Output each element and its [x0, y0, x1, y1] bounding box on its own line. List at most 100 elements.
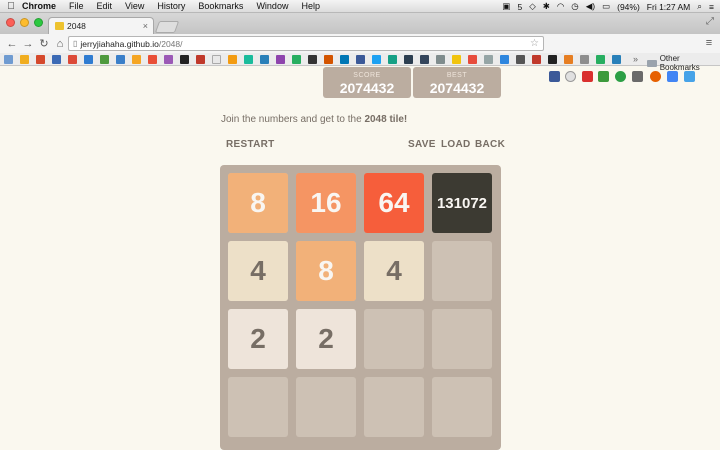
menu-bookmarks[interactable]: Bookmarks — [198, 1, 243, 11]
menu-file[interactable]: File — [69, 1, 84, 11]
spotlight-icon[interactable]: ⌕ — [697, 1, 702, 12]
tile-8: 8 — [228, 173, 288, 233]
best-score-box: BEST 2074432 — [413, 67, 501, 98]
tile-131072: 131072 — [432, 173, 492, 233]
fullscreen-icon[interactable]: ⤢ — [706, 16, 714, 27]
menu-edit[interactable]: Edit — [97, 1, 113, 11]
window-controls — [6, 18, 43, 27]
chrome-menu-icon[interactable]: ≡ — [701, 37, 717, 49]
bookmark-icon[interactable] — [388, 55, 397, 64]
bookmark-icon[interactable] — [596, 55, 605, 64]
bookmark-icon[interactable] — [4, 55, 13, 64]
menu-history[interactable]: History — [157, 1, 185, 11]
page-info-icon[interactable]: ▯ — [73, 39, 77, 48]
bookmark-icon[interactable] — [372, 55, 381, 64]
wifi-icon[interactable]: ◠ — [557, 1, 564, 12]
menu-view[interactable]: View — [125, 1, 144, 11]
new-tab-button[interactable] — [154, 21, 180, 33]
game-board[interactable]: 8 16 64 131072 4 8 4 2 2 — [220, 165, 501, 450]
bookmark-icon[interactable] — [612, 55, 621, 64]
bookmark-icon[interactable] — [484, 55, 493, 64]
menu-window[interactable]: Window — [256, 1, 288, 11]
bookmark-icon[interactable] — [196, 55, 205, 64]
bookmark-icon[interactable] — [468, 55, 477, 64]
bookmark-icon[interactable] — [356, 55, 365, 64]
bookmark-icon[interactable] — [324, 55, 333, 64]
time-machine-icon[interactable]: ◷ — [571, 1, 578, 12]
grid-cell — [432, 309, 492, 369]
score-box: SCORE 2074432 — [323, 67, 411, 98]
bookmark-icon[interactable] — [132, 55, 141, 64]
browser-toolbar: ← → ↻ ⌂ ▯ jerryjiahaha.github.io/2048/ ☆… — [0, 34, 720, 82]
grid-cell — [228, 377, 288, 437]
bookmark-icon[interactable] — [404, 55, 413, 64]
grid-cell — [364, 377, 424, 437]
reload-icon[interactable]: ↻ — [36, 37, 52, 50]
save-button[interactable]: SAVE — [408, 139, 436, 150]
notification-center-icon[interactable]: ≡ — [709, 2, 714, 12]
more-bookmarks-chevron-icon[interactable]: » — [633, 54, 638, 64]
bookmark-icon[interactable] — [180, 55, 189, 64]
bluetooth-icon[interactable]: ✱ — [543, 1, 550, 12]
volume-icon[interactable]: ◀) — [586, 1, 595, 12]
tile-4: 4 — [364, 241, 424, 301]
bookmark-icon[interactable] — [212, 55, 221, 64]
bookmark-icon[interactable] — [116, 55, 125, 64]
clock[interactable]: Fri 1:27 AM — [647, 2, 690, 12]
address-path: /2048/ — [158, 38, 183, 49]
tab-strip: 2048 × ⤢ — [0, 13, 720, 34]
bookmark-icon[interactable] — [292, 55, 301, 64]
minimize-window-button[interactable] — [20, 18, 29, 27]
restart-button[interactable]: RESTART — [226, 139, 275, 150]
bookmark-icon[interactable] — [148, 55, 157, 64]
intro-text: Join the numbers and get to the — [221, 114, 365, 125]
bookmark-icon[interactable] — [500, 55, 509, 64]
load-button[interactable]: LOAD — [441, 139, 471, 150]
forward-arrow-icon[interactable]: → — [20, 38, 36, 50]
apple-menu-icon[interactable]:  — [0, 1, 22, 12]
close-window-button[interactable] — [6, 18, 15, 27]
notification-count[interactable]: 5 — [517, 2, 522, 12]
home-icon[interactable]: ⌂ — [52, 38, 68, 50]
bookmark-icon[interactable] — [20, 55, 29, 64]
status-app-icon[interactable]: ▣ — [502, 1, 510, 12]
bookmark-icon[interactable] — [308, 55, 317, 64]
battery-icon[interactable]: ▭ — [602, 1, 610, 12]
bookmark-icon[interactable] — [516, 55, 525, 64]
zoom-window-button[interactable] — [34, 18, 43, 27]
bookmark-icon[interactable] — [260, 55, 269, 64]
bookmark-icon[interactable] — [340, 55, 349, 64]
bookmark-icon[interactable] — [68, 55, 77, 64]
tile-16: 16 — [296, 173, 356, 233]
bookmark-icon[interactable] — [164, 55, 173, 64]
back-arrow-icon[interactable]: ← — [4, 38, 20, 50]
game-page: SCORE 2074432 BEST 2074432 Join the numb… — [0, 66, 720, 450]
menu-app[interactable]: Chrome — [22, 1, 56, 11]
tab-close-icon[interactable]: × — [143, 21, 148, 31]
bookmark-icon[interactable] — [228, 55, 237, 64]
best-label: BEST — [446, 72, 468, 79]
bookmark-icon[interactable] — [436, 55, 445, 64]
bookmark-icon[interactable] — [564, 55, 573, 64]
bookmark-icon[interactable] — [36, 55, 45, 64]
tab-2048[interactable]: 2048 × — [48, 17, 154, 34]
menu-help[interactable]: Help — [301, 1, 320, 11]
address-bar[interactable]: ▯ jerryjiahaha.github.io/2048/ ☆ — [68, 36, 544, 51]
bookmark-icon[interactable] — [84, 55, 93, 64]
tile-2: 2 — [228, 309, 288, 369]
bookmark-icon[interactable] — [100, 55, 109, 64]
bookmark-icon[interactable] — [244, 55, 253, 64]
bookmark-icon[interactable] — [452, 55, 461, 64]
bookmark-icon[interactable] — [276, 55, 285, 64]
bookmark-star-icon[interactable]: ☆ — [530, 38, 539, 49]
dropbox-icon[interactable]: ◇ — [529, 1, 536, 12]
score-value: 2074432 — [339, 80, 395, 96]
bookmark-icon[interactable] — [580, 55, 589, 64]
bookmark-icon[interactable] — [532, 55, 541, 64]
bookmark-icon[interactable] — [52, 55, 61, 64]
tab-favicon-icon — [55, 22, 64, 30]
back-button[interactable]: BACK — [475, 139, 505, 150]
system-menu-bar:  Chrome File Edit View History Bookmark… — [0, 0, 720, 13]
bookmark-icon[interactable] — [420, 55, 429, 64]
bookmark-icon[interactable] — [548, 55, 557, 64]
